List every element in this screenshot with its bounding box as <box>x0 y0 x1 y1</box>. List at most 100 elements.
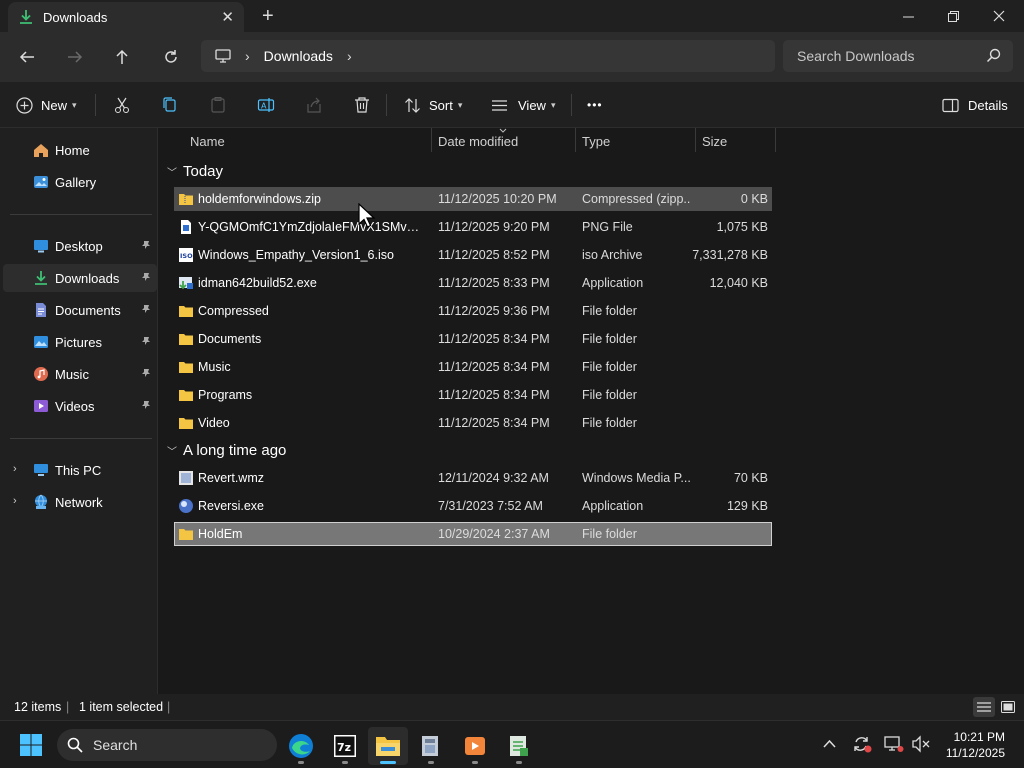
column-divider[interactable] <box>431 128 432 152</box>
display-icon[interactable] <box>884 735 904 753</box>
delete-button[interactable] <box>353 92 371 118</box>
group-header-long-ago[interactable]: ﹀ A long time ago <box>167 442 286 459</box>
file-type: File folder <box>582 388 637 402</box>
rename-button[interactable]: A <box>257 92 275 118</box>
new-button[interactable]: New ▾ <box>16 92 77 118</box>
chevron-up-icon[interactable] <box>823 739 836 748</box>
column-header-type[interactable]: Type <box>582 128 694 154</box>
sidebar-item-gallery[interactable]: Gallery <box>3 168 157 196</box>
refresh-button[interactable] <box>158 44 184 70</box>
taskbar-app-media-player[interactable] <box>455 727 495 765</box>
back-button[interactable] <box>14 44 40 70</box>
folder-icon <box>179 334 193 345</box>
file-name: holdemforwindows.zip <box>198 192 321 206</box>
file-date: 11/12/2025 9:20 PM <box>438 220 550 234</box>
volume-muted-icon[interactable] <box>911 735 931 753</box>
taskbar-app-edge[interactable] <box>281 727 321 765</box>
more-options-button[interactable]: ••• <box>587 92 603 118</box>
chevron-down-icon: ▾ <box>72 99 77 110</box>
running-indicator <box>342 761 348 764</box>
file-name: Revert.wmz <box>198 471 264 485</box>
sidebar-item-videos[interactable]: Videos <box>3 392 157 420</box>
address-field[interactable]: › Downloads › <box>201 40 775 72</box>
column-header-size[interactable]: Size <box>702 128 774 154</box>
file-size: 1,075 KB <box>716 220 768 234</box>
pin-icon[interactable] <box>141 368 151 378</box>
tiles-view-button[interactable] <box>997 697 1019 717</box>
sidebar-item-documents[interactable]: Documents <box>3 296 157 324</box>
sidebar-item-home[interactable]: Home <box>3 136 157 164</box>
up-button[interactable] <box>109 44 135 70</box>
group-header-today[interactable]: ﹀ Today <box>167 163 223 180</box>
chevron-right-icon[interactable]: › <box>13 495 17 507</box>
forward-button[interactable] <box>62 44 88 70</box>
file-date: 11/12/2025 8:52 PM <box>438 248 550 262</box>
minimize-button[interactable] <box>885 0 931 32</box>
sort-button[interactable]: Sort ▾ <box>404 92 462 118</box>
file-date: 11/12/2025 10:20 PM <box>438 192 557 206</box>
system-clock[interactable]: 10:21 PM 11/12/2025 <box>946 729 1005 761</box>
pin-icon[interactable] <box>141 240 151 250</box>
file-row[interactable]: Documents 11/12/2025 8:34 PM File folder <box>174 327 772 351</box>
column-divider[interactable] <box>695 128 696 152</box>
sync-icon[interactable] <box>852 735 872 753</box>
breadcrumb-downloads[interactable]: Downloads <box>264 48 333 64</box>
search-icon <box>986 48 1001 63</box>
tab-close-icon[interactable]: ✕ <box>221 8 234 26</box>
taskbar-app-notepad[interactable] <box>499 727 539 765</box>
file-row[interactable]: holdemforwindows.zip 11/12/2025 10:20 PM… <box>174 187 772 211</box>
view-button[interactable]: View ▾ <box>491 92 555 118</box>
share-button[interactable] <box>305 92 323 118</box>
paste-button[interactable] <box>209 92 227 118</box>
windows-start-icon[interactable] <box>20 734 42 756</box>
tab-downloads[interactable]: Downloads ✕ <box>8 2 244 32</box>
sidebar-item-desktop[interactable]: Desktop <box>3 232 157 260</box>
folder-icon <box>179 362 193 373</box>
media-player-icon <box>465 737 485 755</box>
column-divider[interactable] <box>575 128 576 152</box>
file-row[interactable]: idman642build52.exe 11/12/2025 8:33 PM A… <box>174 271 772 295</box>
sidebar-item-network[interactable]: › Network <box>3 488 157 516</box>
pin-icon[interactable] <box>141 304 151 314</box>
file-row[interactable]: ISO Windows_Empathy_Version1_6.iso 11/12… <box>174 243 772 267</box>
music-icon <box>34 367 48 381</box>
file-row[interactable]: Programs 11/12/2025 8:34 PM File folder <box>174 383 772 407</box>
cut-button[interactable] <box>113 92 131 118</box>
file-type: File folder <box>582 360 637 374</box>
taskbar-app-7zip[interactable]: 7z <box>325 727 365 765</box>
file-row[interactable]: Music 11/12/2025 8:34 PM File folder <box>174 355 772 379</box>
taskbar-app-file-explorer[interactable] <box>368 727 408 765</box>
close-window-button[interactable] <box>976 0 1022 32</box>
taskbar-app-installer[interactable] <box>411 727 451 765</box>
file-row[interactable]: Compressed 11/12/2025 9:36 PM File folde… <box>174 299 772 323</box>
desktop-icon <box>34 240 48 253</box>
file-row[interactable]: Y-QGMOmfC1YmZdjolaIeFMvX1SMvkjJ... 11/12… <box>174 215 772 239</box>
column-header-name[interactable]: Name <box>190 128 430 154</box>
file-row[interactable]: HoldEm 10/29/2024 2:37 AM File folder <box>174 522 772 546</box>
details-pane-button[interactable]: Details <box>942 92 1008 118</box>
pin-icon[interactable] <box>141 272 151 282</box>
sidebar-item-pictures[interactable]: Pictures <box>3 328 157 356</box>
chevron-right-icon[interactable]: › <box>347 48 352 64</box>
taskbar-search[interactable]: Search <box>57 729 277 761</box>
copy-button[interactable] <box>161 92 179 118</box>
app-installer-icon <box>422 736 438 756</box>
pin-icon[interactable] <box>141 400 151 410</box>
sidebar-item-this-pc[interactable]: › This PC <box>3 456 157 484</box>
column-divider[interactable] <box>775 128 776 152</box>
new-tab-button[interactable]: + <box>262 5 274 28</box>
pin-icon[interactable] <box>141 336 151 346</box>
sidebar-item-downloads[interactable]: Downloads <box>3 264 157 292</box>
file-type: Compressed (zipp... <box>582 192 690 206</box>
file-row[interactable]: Reversi.exe 7/31/2023 7:52 AM Applicatio… <box>174 494 772 518</box>
restore-button[interactable] <box>930 0 976 32</box>
file-row[interactable]: Video 11/12/2025 8:34 PM File folder <box>174 411 772 435</box>
search-icon <box>67 737 83 753</box>
chevron-right-icon[interactable]: › <box>13 463 17 475</box>
details-view-button[interactable] <box>973 697 995 717</box>
file-size: 129 KB <box>726 499 768 513</box>
sidebar-item-music[interactable]: Music <box>3 360 157 388</box>
search-input[interactable]: Search Downloads <box>783 40 1013 72</box>
file-row[interactable]: Revert.wmz 12/11/2024 9:32 AM Windows Me… <box>174 466 772 490</box>
sidebar-item-label: Network <box>55 494 103 510</box>
